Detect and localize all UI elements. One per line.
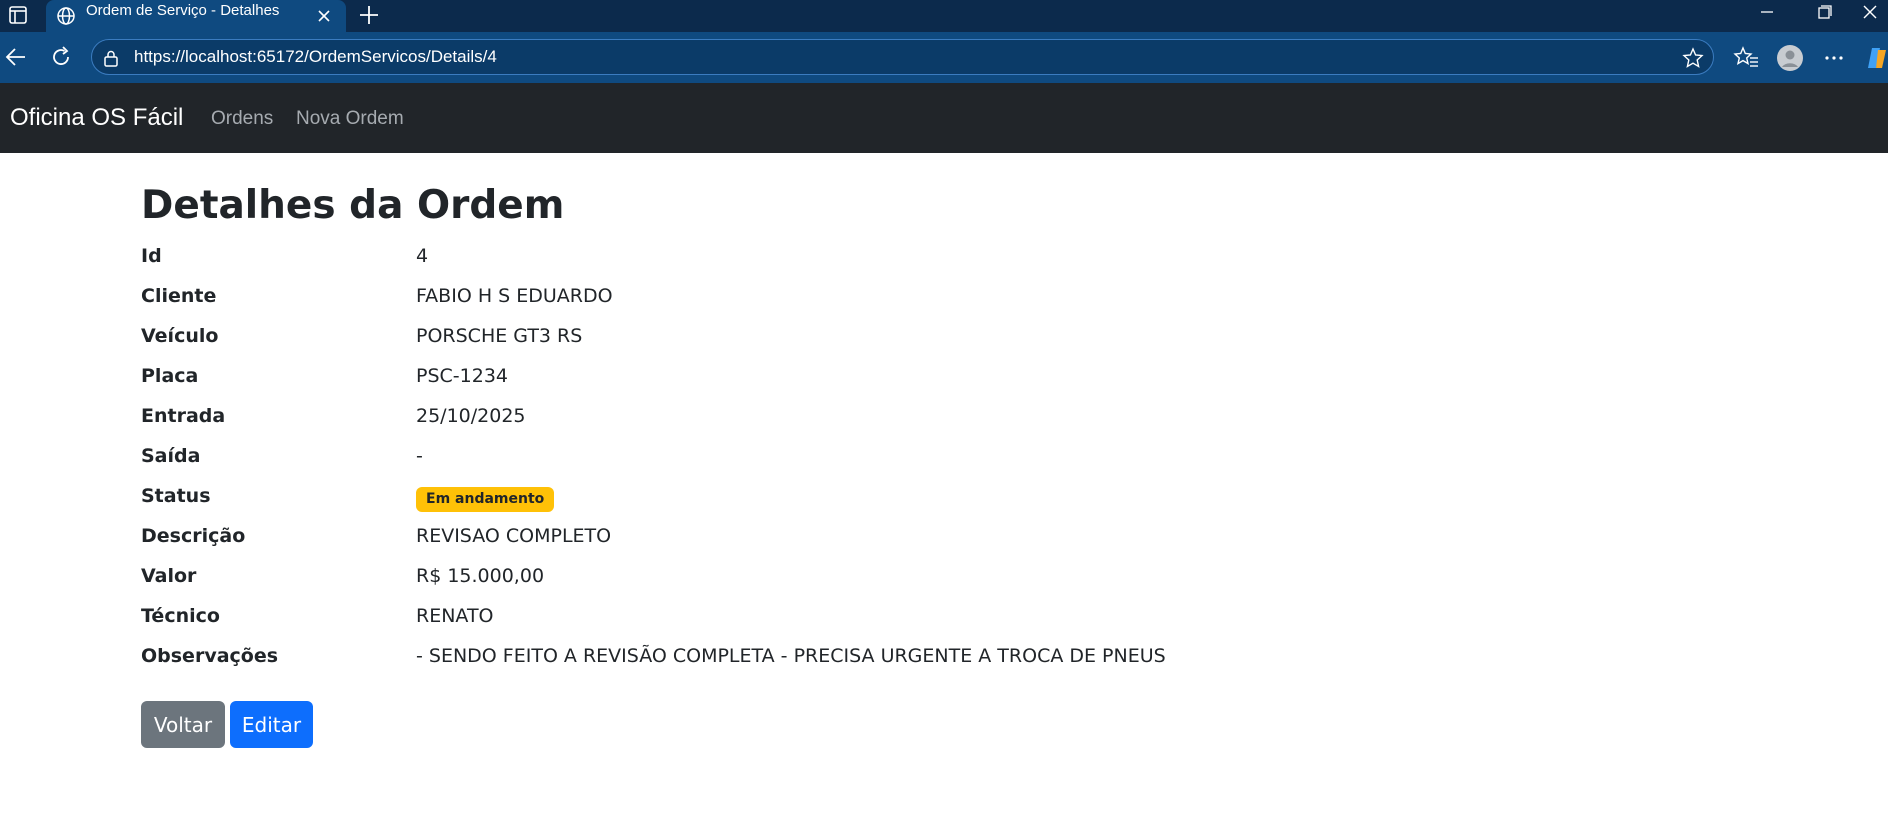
nav-link-ordens[interactable]: Ordens (211, 108, 273, 130)
detail-label: Observações (141, 645, 279, 667)
detail-value: 4 (416, 245, 429, 267)
detail-value: - SENDO FEITO A REVISÃO COMPLETA - PRECI… (416, 645, 1166, 667)
nav-link-nova-ordem[interactable]: Nova Ordem (296, 108, 404, 130)
detail-value: Em andamento (416, 486, 555, 512)
tab-title: Ordem de Serviço - Detalhes (86, 2, 280, 19)
favorites-icon[interactable] (1732, 44, 1760, 72)
detail-label: Placa (141, 365, 199, 387)
detail-label: Status (141, 485, 211, 507)
detail-label: Id (141, 245, 162, 267)
page-title: Detalhes da Ordem (141, 183, 565, 228)
window-close-icon[interactable] (1852, 0, 1888, 24)
detail-label: Descrição (141, 525, 246, 547)
back-arrow-icon[interactable] (3, 44, 29, 70)
minimize-icon[interactable] (1744, 0, 1790, 24)
browser-tab[interactable]: Ordem de Serviço - Detalhes (46, 0, 346, 32)
detail-value: RENATO (416, 605, 494, 627)
detail-label: Cliente (141, 285, 217, 307)
globe-icon (57, 7, 75, 25)
plus-icon[interactable] (356, 2, 382, 28)
refresh-icon[interactable] (48, 44, 74, 70)
star-icon[interactable] (1682, 47, 1704, 69)
detail-value: R$ 15.000,00 (416, 565, 545, 587)
tab-actions-icon[interactable] (6, 3, 30, 27)
detail-value: REVISAO COMPLETO (416, 525, 612, 547)
profile-icon[interactable] (1776, 44, 1804, 72)
detail-value: PSC-1234 (416, 365, 508, 387)
detail-value: 25/10/2025 (416, 405, 526, 427)
more-icon[interactable] (1820, 44, 1848, 72)
address-bar[interactable]: https://localhost:65172/OrdemServicos/De… (91, 39, 1714, 75)
detail-label: Valor (141, 565, 197, 587)
url-text[interactable]: https://localhost:65172/OrdemServicos/De… (134, 47, 497, 67)
navbar-brand[interactable]: Oficina OS Fácil (10, 104, 183, 132)
detail-label: Veículo (141, 325, 219, 347)
restore-icon[interactable] (1802, 0, 1848, 24)
back-button[interactable]: Voltar (141, 701, 225, 748)
detail-label: Técnico (141, 605, 220, 627)
edit-button[interactable]: Editar (230, 701, 313, 748)
detail-label: Entrada (141, 405, 226, 427)
copilot-icon[interactable] (1866, 44, 1888, 72)
lock-icon[interactable] (101, 48, 121, 68)
app-navbar: Oficina OS Fácil Ordens Nova Ordem (0, 83, 1888, 153)
browser-title-bar: Ordem de Serviço - Detalhes (0, 0, 1888, 32)
detail-value: FABIO H S EDUARDO (416, 285, 613, 307)
detail-value: - (416, 445, 423, 467)
status-badge: Em andamento (416, 487, 555, 512)
detail-label: Saída (141, 445, 201, 467)
close-icon[interactable] (314, 6, 334, 26)
browser-toolbar: https://localhost:65172/OrdemServicos/De… (0, 32, 1888, 83)
detail-value: PORSCHE GT3 RS (416, 325, 583, 347)
